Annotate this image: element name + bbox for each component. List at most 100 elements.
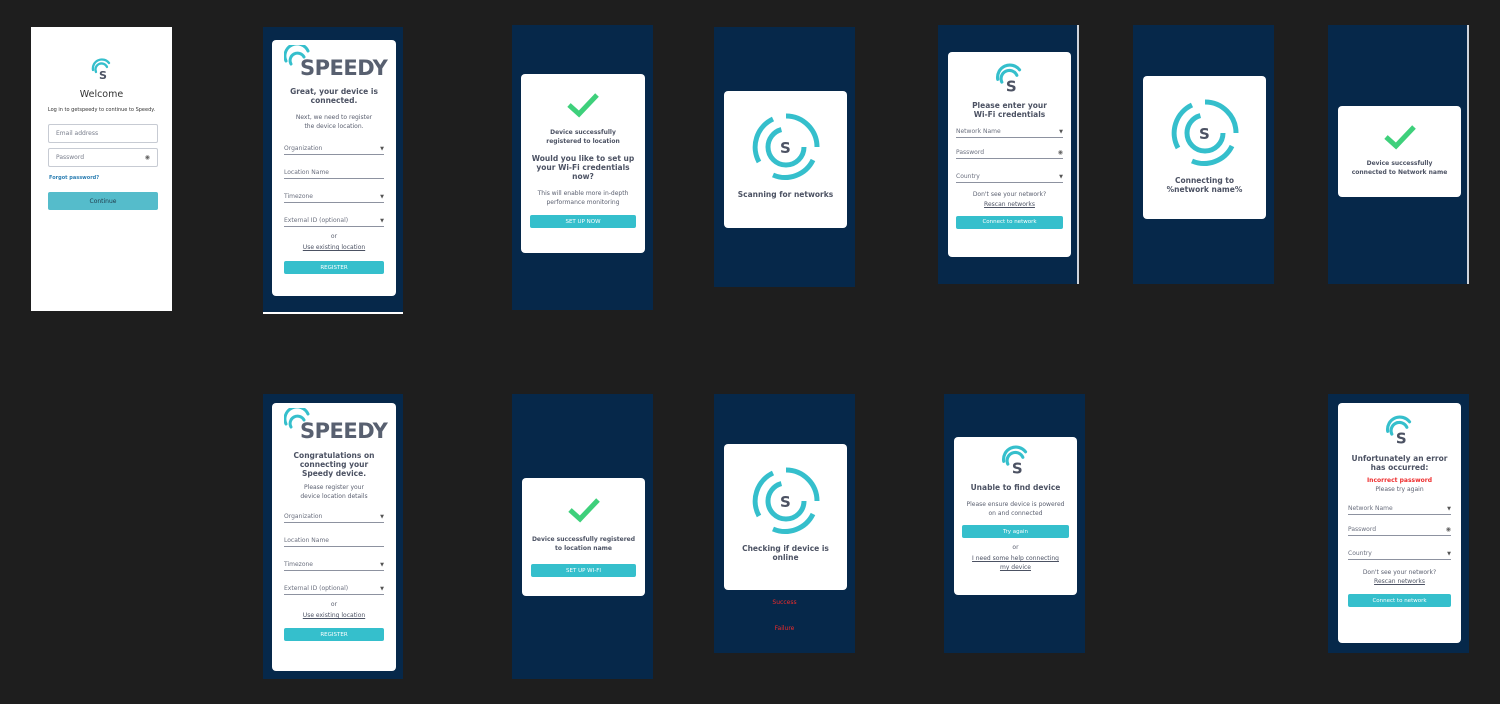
organization-select[interactable]: Organization ▼	[284, 509, 384, 524]
password-placeholder: Password	[56, 154, 85, 161]
location-name-input[interactable]: Location Name	[284, 165, 384, 180]
register-location-screen: SPEEDY Great, your device is connected. …	[263, 27, 403, 314]
not-found-title: Unable to find device	[970, 483, 1061, 492]
forgot-password-link[interactable]: Forgot password?	[49, 175, 99, 181]
svg-text:S: S	[780, 493, 791, 511]
eye-icon[interactable]: ◉	[1446, 526, 1451, 533]
caret-down-icon: ▼	[380, 562, 384, 569]
or-separator: or	[330, 601, 338, 609]
speedy-logo-icon: S	[1385, 415, 1411, 445]
connected-message: Device successfully connected to Network…	[1351, 160, 1448, 176]
check-icon	[567, 498, 600, 523]
register-button[interactable]: REGISTER	[284, 261, 384, 275]
network-name-select[interactable]: Network Name ▼	[1348, 501, 1451, 515]
svg-text:S: S	[1011, 460, 1022, 475]
registered-message: Device successfully registered to locati…	[546, 129, 620, 145]
use-existing-location-link[interactable]: Use existing location	[303, 612, 365, 619]
wifi-card: S Please enter your Wi-Fi credentials Ne…	[948, 52, 1071, 257]
register-title: Great, your device is connected.	[290, 87, 378, 105]
caret-down-icon: ▼	[380, 586, 384, 593]
register-details-screen: SPEEDY Congratulations on connecting you…	[263, 394, 403, 679]
continue-button[interactable]: Continue	[48, 192, 158, 210]
country-select[interactable]: Country ▼	[1348, 546, 1451, 560]
failure-link[interactable]: Failure	[714, 625, 855, 632]
email-field[interactable]: Email address	[48, 124, 158, 143]
wifi-question: Would you like to set up your Wi-Fi cred…	[531, 154, 635, 181]
divider	[1077, 25, 1079, 284]
use-existing-location-link[interactable]: Use existing location	[303, 244, 365, 251]
login-subtitle: Log in to getspeedy to continue to Speed…	[47, 107, 156, 113]
checking-card: S Checking if device is online	[724, 444, 847, 590]
register2-subtitle: Please register your device location det…	[300, 484, 368, 500]
caret-down-icon: ▼	[380, 218, 384, 225]
not-found-message: Please ensure device is powered on and c…	[966, 501, 1065, 517]
scanning-card: S Scanning for networks	[724, 91, 847, 228]
help-connecting-link[interactable]: I need some help connecting my device	[971, 554, 1061, 572]
caret-down-icon: ▼	[380, 146, 384, 153]
error-title: Unfortunately an error has occurred:	[1351, 454, 1448, 472]
svg-text:S: S	[1395, 430, 1406, 445]
set-up-now-button[interactable]: SET UP NOW	[530, 215, 636, 229]
network-name-select[interactable]: Network Name ▼	[956, 124, 1063, 138]
location-name-input[interactable]: Location Name	[284, 533, 384, 548]
connecting-screen: S Connecting to %network name%	[1133, 25, 1274, 284]
connected-card: Device successfully connected to Network…	[1338, 106, 1461, 197]
connect-network-button[interactable]: Connect to network	[956, 215, 1063, 229]
registered-name-card: Device successfully registered to locati…	[522, 478, 645, 596]
caret-down-icon: ▼	[380, 194, 384, 201]
check-icon	[567, 93, 599, 118]
wifi-title: Please enter your Wi-Fi credentials	[972, 101, 1047, 119]
rescan-networks-link[interactable]: Rescan networks	[1374, 578, 1425, 585]
registered-card: Device successfully registered to locati…	[521, 74, 645, 253]
caret-down-icon: ▼	[1447, 505, 1451, 512]
connect-network-button[interactable]: Connect to network	[1348, 594, 1451, 608]
brand-name: SPEEDY	[300, 419, 388, 443]
or-separator: or	[1012, 544, 1019, 552]
country-select[interactable]: Country ▼	[956, 169, 1063, 183]
external-id-select[interactable]: External ID (optional) ▼	[284, 213, 384, 228]
register-card: SPEEDY Congratulations on connecting you…	[272, 403, 396, 671]
timezone-select[interactable]: Timezone ▼	[284, 557, 384, 572]
scanning-screen: S Scanning for networks	[714, 27, 855, 287]
rescan-networks-link[interactable]: Rescan networks	[984, 201, 1035, 208]
monitoring-note: This will enable more in-depth performan…	[537, 190, 629, 206]
register2-title: Congratulations on connecting your Speed…	[293, 451, 375, 478]
external-id-select[interactable]: External ID (optional) ▼	[284, 581, 384, 596]
checking-screen: S Checking if device is online Success F…	[714, 394, 855, 653]
brand-name: SPEEDY	[300, 56, 388, 80]
organization-select[interactable]: Organization ▼	[284, 141, 384, 156]
not-found-card: S Unable to find device Please ensure de…	[954, 437, 1077, 595]
email-placeholder: Email address	[56, 130, 99, 137]
login-title: Welcome	[79, 89, 124, 100]
success-link[interactable]: Success	[714, 599, 855, 606]
connected-screen: Device successfully connected to Network…	[1328, 25, 1469, 284]
svg-text:S: S	[780, 139, 791, 157]
register-button[interactable]: REGISTER	[284, 628, 384, 642]
svg-text:S: S	[99, 69, 107, 80]
login-screen: S Welcome Log in to getspeedy to continu…	[31, 27, 172, 311]
spinner-logo-icon: S	[1171, 99, 1238, 166]
timezone-select[interactable]: Timezone ▼	[284, 189, 384, 204]
error-card: S Unfortunately an error has occurred: I…	[1338, 403, 1461, 643]
password-input[interactable]: Password ◉	[956, 145, 1063, 159]
caret-down-icon: ▼	[1059, 129, 1063, 135]
set-up-wifi-button[interactable]: SET UP WI-FI	[531, 564, 636, 577]
password-field[interactable]: Password ◉	[48, 148, 158, 167]
registered-name-screen: Device successfully registered to locati…	[512, 394, 653, 679]
eye-icon[interactable]: ◉	[145, 154, 150, 161]
error-detail: Incorrect password	[1366, 477, 1433, 484]
svg-text:S: S	[1005, 78, 1016, 93]
speedy-logo-icon: S	[91, 58, 113, 80]
speedy-logo-icon: S	[1001, 445, 1027, 475]
dont-see-network-text: Don't see your network?	[1362, 568, 1437, 576]
scanning-label: Scanning for networks	[737, 190, 834, 199]
eye-icon[interactable]: ◉	[1058, 149, 1063, 156]
password-input[interactable]: Password ◉	[1348, 522, 1451, 536]
error-retry: Please try again	[1375, 486, 1424, 493]
divider	[1467, 25, 1469, 284]
dont-see-network-text: Don't see your network?	[972, 191, 1047, 198]
device-not-found-screen: S Unable to find device Please ensure de…	[944, 394, 1085, 653]
try-again-button[interactable]: Try again	[962, 525, 1069, 539]
spinner-logo-icon: S	[752, 113, 819, 180]
spinner-logo-icon: S	[752, 467, 819, 534]
